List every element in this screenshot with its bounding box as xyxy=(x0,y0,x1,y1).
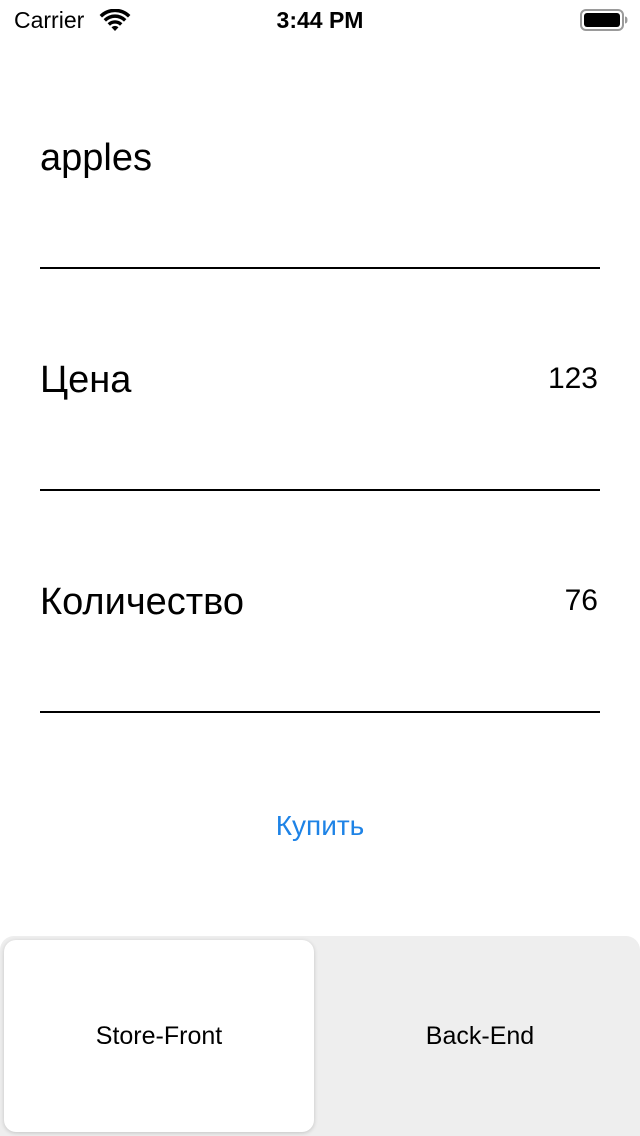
battery-full-icon xyxy=(580,9,628,31)
price-divider xyxy=(40,489,600,491)
status-bar: Carrier 3:44 PM xyxy=(0,0,640,40)
tab-segmented-control: Store-Front Back-End xyxy=(0,936,640,1136)
quantity-label: Количество xyxy=(40,581,245,623)
tab-back-end-label: Back-End xyxy=(425,1021,535,1050)
price-row: Цена 123 xyxy=(40,358,600,408)
tab-store-front-label: Store-Front xyxy=(95,1021,223,1050)
buy-button[interactable]: Купить xyxy=(0,806,640,846)
quantity-divider xyxy=(40,711,600,713)
tab-back-end[interactable]: Back-End xyxy=(320,940,640,1132)
product-name: apples xyxy=(40,137,152,179)
product-row: apples xyxy=(40,136,600,186)
product-divider xyxy=(40,267,600,269)
quantity-row: Количество 76 xyxy=(40,580,600,630)
clock-time: 3:44 PM xyxy=(276,7,364,33)
price-value: 123 xyxy=(547,362,598,395)
price-label: Цена xyxy=(40,359,132,401)
quantity-value: 76 xyxy=(564,584,598,617)
tab-store-front[interactable]: Store-Front xyxy=(4,940,314,1132)
